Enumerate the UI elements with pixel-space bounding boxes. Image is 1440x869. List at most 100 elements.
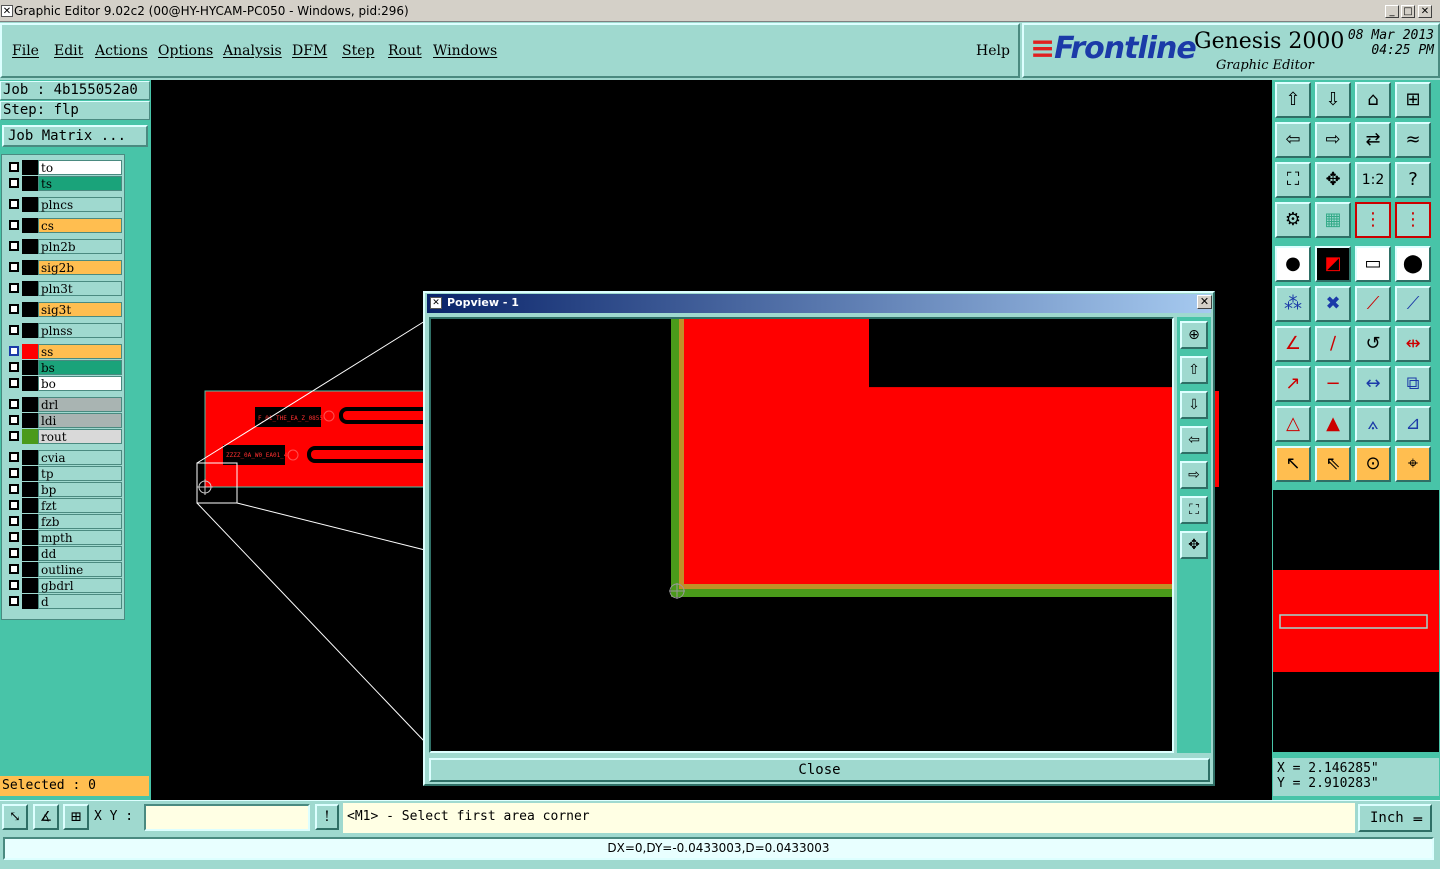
- layer-checkbox[interactable]: [9, 199, 19, 209]
- layer-row-pln2b[interactable]: pln2b: [5, 239, 123, 254]
- arc-icon[interactable]: ↺: [1355, 326, 1391, 362]
- popview-right-icon[interactable]: ⇨: [1180, 461, 1208, 489]
- layer-row-drl[interactable]: drl: [5, 397, 123, 412]
- slash-icon[interactable]: ∕: [1315, 326, 1351, 362]
- layer-row-pln3t[interactable]: pln3t: [5, 281, 123, 296]
- layer-checkbox[interactable]: [9, 564, 19, 574]
- triangle-alt-icon[interactable]: ▲: [1315, 406, 1351, 442]
- layer-row-plnss[interactable]: plnss: [5, 323, 123, 338]
- layer-checkbox[interactable]: [9, 378, 19, 388]
- layer-checkbox[interactable]: [9, 346, 19, 356]
- select-net-icon[interactable]: ⌖: [1395, 446, 1431, 482]
- layer-row-rout[interactable]: rout: [5, 429, 123, 444]
- layer-row-ss[interactable]: ss: [5, 344, 123, 359]
- quadrant-view-icon[interactable]: ⊞: [1395, 82, 1431, 118]
- layer-row-ts[interactable]: ts: [5, 176, 123, 191]
- pad-icon[interactable]: ●: [1275, 246, 1311, 282]
- popview-center-icon[interactable]: ✥: [1180, 531, 1208, 559]
- unit-selector[interactable]: Inch ═: [1358, 804, 1432, 832]
- popview-canvas[interactable]: [429, 317, 1174, 753]
- popview-left-icon[interactable]: ⇦: [1180, 426, 1208, 454]
- layer-checkbox[interactable]: [9, 415, 19, 425]
- layer-row-mpth[interactable]: mpth: [5, 530, 123, 545]
- move-icon[interactable]: ↗: [1275, 366, 1311, 402]
- cross-icon[interactable]: ✖: [1315, 286, 1351, 322]
- layer-row-cvia[interactable]: cvia: [5, 450, 123, 465]
- layer-checkbox[interactable]: [9, 162, 19, 172]
- layer-row-bs[interactable]: bs: [5, 360, 123, 375]
- layer-checkbox[interactable]: [9, 325, 19, 335]
- zoom-fit-icon[interactable]: ⛶: [1275, 162, 1311, 198]
- line-red-icon[interactable]: ⟋: [1355, 286, 1391, 322]
- menu-options[interactable]: Options: [158, 43, 213, 59]
- layer-checkbox[interactable]: [9, 304, 19, 314]
- snap-mode-icon[interactable]: ⋮: [1395, 202, 1431, 238]
- menu-step[interactable]: Step: [342, 43, 374, 59]
- layer-checkbox[interactable]: [9, 399, 19, 409]
- select-box-icon[interactable]: ⇖: [1315, 446, 1351, 482]
- layer-row-bo[interactable]: bo: [5, 376, 123, 391]
- layer-checkbox[interactable]: [9, 283, 19, 293]
- help-icon[interactable]: ?: [1395, 162, 1431, 198]
- pan-left-icon[interactable]: ⇦: [1275, 122, 1311, 158]
- triangle-blue-icon[interactable]: ⟑: [1355, 406, 1391, 442]
- pan-up-icon[interactable]: ⇧: [1275, 82, 1311, 118]
- layer-row-sig3t[interactable]: sig3t: [5, 302, 123, 317]
- layer-checkbox[interactable]: [9, 220, 19, 230]
- layer-checkbox[interactable]: [9, 241, 19, 251]
- popview-close-button[interactable]: Close: [429, 758, 1210, 782]
- group-icon[interactable]: ⧉: [1395, 366, 1431, 402]
- ruler-icon[interactable]: ▭: [1355, 246, 1391, 282]
- menu-file[interactable]: File: [12, 43, 39, 59]
- maximize-button[interactable]: □: [1401, 5, 1415, 18]
- fill-icon[interactable]: ◩: [1315, 246, 1351, 282]
- layer-checkbox[interactable]: [9, 484, 19, 494]
- layer-checkbox[interactable]: [9, 431, 19, 441]
- connect-icon[interactable]: ⁂: [1275, 286, 1311, 322]
- menu-analysis[interactable]: Analysis: [223, 43, 282, 59]
- layer-checkbox[interactable]: [9, 262, 19, 272]
- layer-row-fzt[interactable]: fzt: [5, 498, 123, 513]
- layer-checkbox[interactable]: [9, 548, 19, 558]
- job-matrix-button[interactable]: Job Matrix ...: [2, 125, 148, 147]
- layer-row-to[interactable]: to: [5, 160, 123, 175]
- select-circle-icon[interactable]: ⊙: [1355, 446, 1391, 482]
- triangle-wide-icon[interactable]: ⊿: [1395, 406, 1431, 442]
- layer-row-cs[interactable]: cs: [5, 218, 123, 233]
- measure-icon[interactable]: ↔: [1355, 366, 1391, 402]
- dot-icon[interactable]: ⬤: [1395, 246, 1431, 282]
- menu-edit[interactable]: Edit: [54, 43, 83, 59]
- line-blue-icon[interactable]: ⟋: [1395, 286, 1431, 322]
- settings-icon[interactable]: ⚙: [1275, 202, 1311, 238]
- mirror-icon[interactable]: ⇄: [1355, 122, 1391, 158]
- layer-row-plncs[interactable]: plncs: [5, 197, 123, 212]
- menu-windows[interactable]: Windows: [433, 43, 497, 59]
- layer-row-fzb[interactable]: fzb: [5, 514, 123, 529]
- grid-icon[interactable]: ▦: [1315, 202, 1351, 238]
- snap-angle-icon[interactable]: ∡: [33, 804, 59, 830]
- home-view-icon[interactable]: ⌂: [1355, 82, 1391, 118]
- snap-line-icon[interactable]: ⤡: [2, 804, 28, 830]
- layer-row-bp[interactable]: bp: [5, 482, 123, 497]
- pan-down-icon[interactable]: ⇩: [1315, 82, 1351, 118]
- popview-close-icon[interactable]: ✕: [1197, 295, 1212, 309]
- menu-dfm[interactable]: DFM: [292, 43, 327, 59]
- layer-checkbox[interactable]: [9, 362, 19, 372]
- menu-actions[interactable]: Actions: [95, 43, 148, 59]
- minimize-button[interactable]: _: [1385, 5, 1399, 18]
- close-window-button[interactable]: ✕: [1418, 5, 1432, 18]
- popview-up-icon[interactable]: ⇧: [1180, 356, 1208, 384]
- menu-rout[interactable]: Rout: [388, 43, 422, 59]
- layer-checkbox[interactable]: [9, 468, 19, 478]
- layer-checkbox[interactable]: [9, 596, 19, 606]
- snap-icon[interactable]: ⋮: [1355, 202, 1391, 238]
- xy-input[interactable]: [144, 804, 310, 831]
- scale-1-2-icon[interactable]: 1:2: [1355, 162, 1391, 198]
- layer-row-dd[interactable]: dd: [5, 546, 123, 561]
- zoom-center-icon[interactable]: ✥: [1315, 162, 1351, 198]
- layer-checkbox[interactable]: [9, 452, 19, 462]
- popview-zoom-icon[interactable]: ⊕: [1180, 321, 1208, 349]
- layer-row-outline[interactable]: outline: [5, 562, 123, 577]
- layer-checkbox[interactable]: [9, 500, 19, 510]
- layer-checkbox[interactable]: [9, 178, 19, 188]
